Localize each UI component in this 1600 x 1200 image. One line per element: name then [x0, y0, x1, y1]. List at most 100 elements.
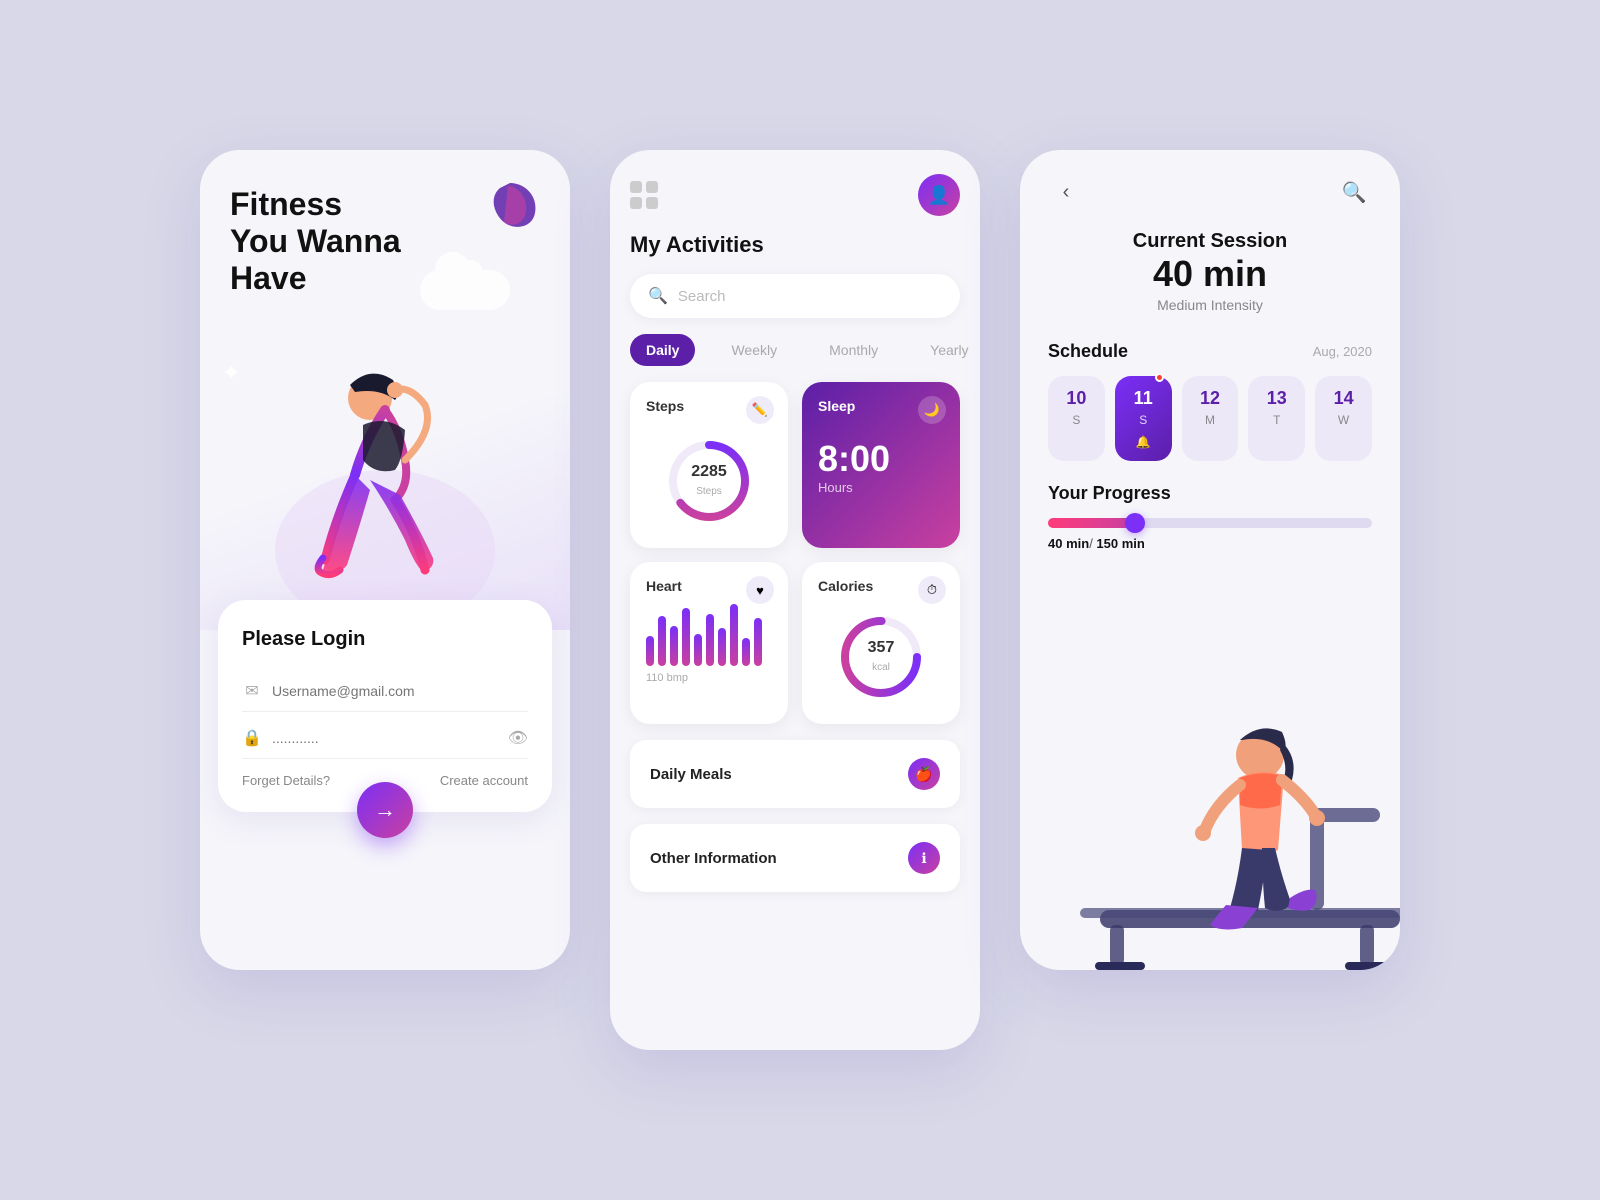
calories-icon[interactable]: ⏱ [918, 576, 946, 604]
day-card-10[interactable]: 10 S [1048, 376, 1105, 461]
sparkle-decoration: ✦ [222, 360, 240, 386]
search-button[interactable]: 🔍 [1336, 174, 1372, 210]
lock-icon: 🔒 [242, 728, 262, 748]
activities-screen: 👤 My Activities 🔍 Search Daily Weekly Mo… [610, 150, 980, 1050]
search-icon: 🔍 [648, 286, 668, 306]
session-nav: ‹ 🔍 [1048, 174, 1372, 210]
calories-circle-container: 357 kcal [818, 606, 944, 708]
sleep-icon[interactable]: 🌙 [918, 396, 946, 424]
steps-circle: 2285 Steps [664, 436, 754, 526]
heart-bar [706, 614, 714, 666]
other-info-row[interactable]: Other Information ℹ [630, 824, 960, 892]
schedule-date: Aug, 2020 [1313, 344, 1372, 359]
email-icon: ✉ [242, 681, 262, 701]
day-card-14[interactable]: 14 W [1315, 376, 1372, 461]
app-tagline: Fitness You Wanna Have [230, 186, 540, 296]
heart-bar [718, 628, 726, 666]
screens-container: Fitness You Wanna Have ✦ [200, 150, 1400, 1050]
forget-details-link[interactable]: Forget Details? [242, 773, 330, 788]
progress-label: Your Progress [1048, 483, 1372, 504]
login-hero: Fitness You Wanna Have ✦ [200, 150, 570, 630]
heart-bar [742, 638, 750, 666]
back-button[interactable]: ‹ [1048, 174, 1084, 210]
sleep-value: 8:00 [818, 438, 944, 480]
search-placeholder-text: Search [678, 288, 726, 305]
tab-monthly[interactable]: Monthly [813, 334, 894, 366]
heart-bar [730, 604, 738, 666]
grid-menu-icon[interactable] [630, 181, 658, 209]
activities-title: My Activities [630, 232, 960, 258]
calories-center: 357 kcal [868, 639, 895, 675]
login-form: Please Login ✉ 🔒 👁 Forget Details? Creat… [218, 600, 552, 812]
progress-bar-fill [1048, 518, 1135, 528]
heart-bar [670, 626, 678, 666]
email-input-row[interactable]: ✉ [242, 671, 528, 712]
daily-meals-row[interactable]: Daily Meals 🍎 [630, 740, 960, 808]
calories-value: 357 [868, 639, 895, 657]
grid-dot [630, 181, 642, 193]
schedule-section: Schedule Aug, 2020 10 S 11 S 🔔 12 M [1048, 341, 1372, 461]
session-duration: 40 min [1048, 253, 1372, 295]
session-intensity: Medium Intensity [1048, 297, 1372, 313]
progress-thumb[interactable] [1125, 513, 1145, 533]
runner-illustration [1020, 571, 1400, 970]
filter-tabs: Daily Weekly Monthly Yearly [630, 334, 960, 366]
heart-bar [694, 634, 702, 666]
sleep-hours: Hours [818, 480, 944, 495]
session-screen: ‹ 🔍 Current Session 40 min Medium Intens… [1020, 150, 1400, 970]
schedule-label: Schedule [1048, 341, 1128, 362]
password-input-row[interactable]: 🔒 👁 [242, 718, 528, 759]
grid-dot [630, 197, 642, 209]
session-title: Current Session [1048, 230, 1372, 253]
heart-bar [646, 636, 654, 666]
steps-edit-icon[interactable]: ✏️ [746, 396, 774, 424]
day-letter: T [1273, 413, 1280, 427]
calories-circle: 357 kcal [836, 612, 926, 702]
calories-unit: kcal [872, 662, 890, 673]
steps-circle-container: 2285 Steps [646, 426, 772, 532]
yoga-illustration [255, 330, 515, 630]
show-password-icon[interactable]: 👁 [508, 728, 528, 748]
metrics-grid: Steps ✏️ [630, 382, 960, 724]
login-hero-title: Fitness You Wanna Have [230, 186, 540, 296]
heart-bars [646, 606, 772, 666]
sleep-card: Sleep 🌙 8:00 Hours [802, 382, 960, 548]
create-account-link[interactable]: Create account [440, 773, 528, 788]
day-number: 12 [1200, 388, 1220, 409]
steps-card: Steps ✏️ [630, 382, 788, 548]
login-form-title: Please Login [242, 628, 528, 651]
password-field[interactable] [272, 730, 498, 746]
heart-icon[interactable]: ♥ [746, 576, 774, 604]
heart-bar [682, 608, 690, 666]
login-screen: Fitness You Wanna Have ✦ [200, 150, 570, 970]
activities-header: 👤 [630, 174, 960, 216]
session-header: Current Session 40 min Medium Intensity [1048, 230, 1372, 313]
day-card-12[interactable]: 12 M [1182, 376, 1239, 461]
day-card-13[interactable]: 13 T [1248, 376, 1305, 461]
day-number: 11 [1134, 388, 1153, 409]
other-info-icon: ℹ [908, 842, 940, 874]
heart-bar [754, 618, 762, 666]
steps-center: 2285 Steps [691, 463, 727, 499]
progress-bar-track [1048, 518, 1372, 528]
day-card-11[interactable]: 11 S 🔔 [1115, 376, 1172, 461]
user-avatar[interactable]: 👤 [918, 174, 960, 216]
search-bar[interactable]: 🔍 Search [630, 274, 960, 318]
calories-card: Calories ⏱ [802, 562, 960, 724]
day-letter: W [1338, 413, 1349, 427]
day-number: 14 [1334, 388, 1354, 409]
login-submit-button[interactable]: → [357, 782, 413, 838]
progress-time-text: 40 min/ 150 min [1048, 536, 1372, 551]
other-info-label: Other Information [650, 850, 777, 867]
tab-yearly[interactable]: Yearly [914, 334, 980, 366]
schedule-header: Schedule Aug, 2020 [1048, 341, 1372, 362]
grid-dot [646, 197, 658, 209]
daily-meals-label: Daily Meals [650, 766, 732, 783]
email-field[interactable] [272, 683, 528, 699]
heart-card: Heart ♥ 110 bmp [630, 562, 788, 724]
tab-weekly[interactable]: Weekly [715, 334, 793, 366]
heart-bpm: 110 bmp [646, 672, 772, 684]
tab-daily[interactable]: Daily [630, 334, 695, 366]
notification-dot [1155, 373, 1164, 382]
day-number: 10 [1066, 388, 1086, 409]
